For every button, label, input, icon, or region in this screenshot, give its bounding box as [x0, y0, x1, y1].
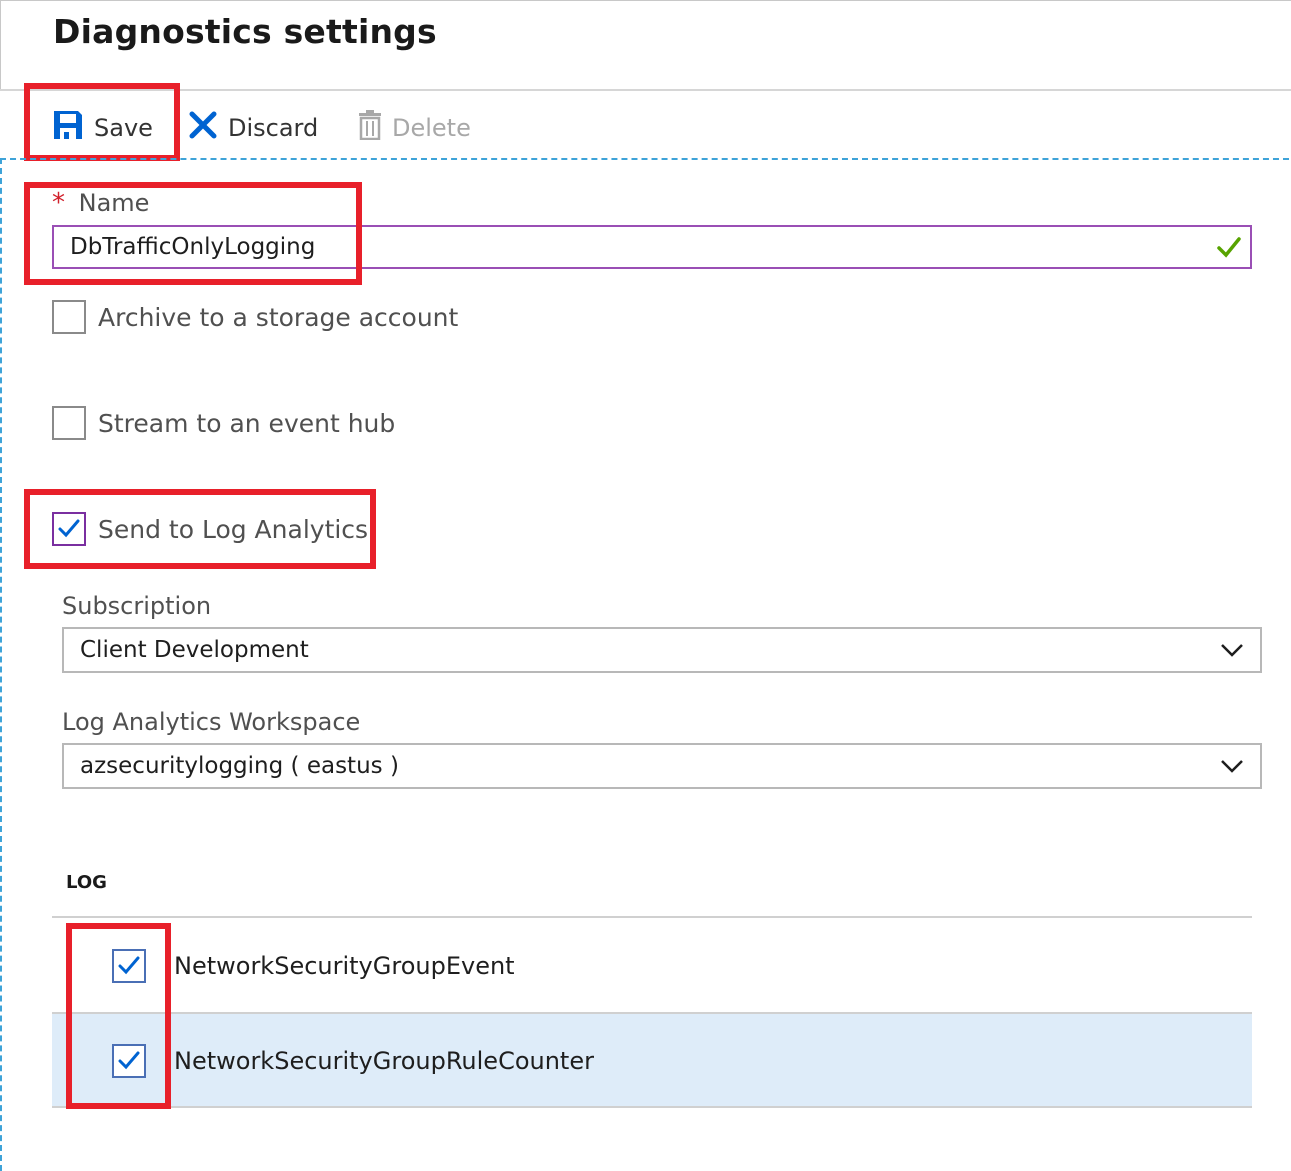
log-analytics-label: Send to Log Analytics [98, 514, 369, 544]
save-button[interactable]: Save [52, 108, 153, 148]
checkmark-icon [58, 519, 80, 538]
chevron-down-icon [1220, 753, 1244, 779]
checkmark-icon [118, 956, 140, 974]
chevron-down-icon [1220, 637, 1244, 663]
required-marker: * [52, 188, 65, 218]
log-analytics-checkbox-row[interactable]: Send to Log Analytics [52, 512, 368, 546]
checkmark-icon [118, 1051, 140, 1069]
stream-label: Stream to an event hub [98, 408, 396, 438]
name-input-value: DbTrafficOnlyLogging [70, 234, 316, 260]
row-divider [52, 1106, 1252, 1108]
archive-label: Archive to a storage account [98, 302, 459, 332]
discard-button[interactable]: Discard [188, 108, 318, 148]
workspace-label: Log Analytics Workspace [62, 708, 361, 736]
left-border [0, 0, 1, 90]
log-row-checkbox[interactable] [112, 948, 146, 983]
subscription-select[interactable]: Client Development [62, 627, 1262, 673]
delete-button[interactable]: Delete [358, 108, 471, 148]
log-name: NetworkSecurityGroupRuleCounter [174, 1046, 594, 1075]
log-name: NetworkSecurityGroupEvent [174, 951, 515, 980]
log-row-checkbox[interactable] [112, 1043, 146, 1078]
top-border [0, 0, 1291, 1]
close-icon [188, 110, 218, 146]
subscription-label: Subscription [62, 592, 212, 620]
stream-checkbox[interactable] [52, 406, 86, 440]
valid-check-icon [1216, 234, 1242, 266]
table-header-divider [52, 916, 1252, 918]
table-row[interactable]: NetworkSecurityGroupRuleCounter [52, 1014, 1252, 1107]
page-title: Diagnostics settings [53, 12, 437, 51]
log-analytics-checkbox[interactable] [52, 512, 86, 546]
save-label: Save [94, 114, 153, 142]
workspace-select[interactable]: azsecuritylogging ( eastus ) [62, 743, 1262, 789]
name-input[interactable]: DbTrafficOnlyLogging [52, 225, 1252, 269]
workspace-value: azsecuritylogging ( eastus ) [80, 753, 399, 779]
discard-label: Discard [228, 114, 319, 142]
subscription-value: Client Development [80, 637, 309, 663]
name-label: Name [78, 189, 150, 217]
archive-checkbox[interactable] [52, 300, 86, 334]
save-icon [52, 109, 84, 147]
delete-label: Delete [392, 114, 471, 142]
name-label-row: * Name [52, 188, 149, 218]
title-divider [0, 89, 1291, 91]
stream-checkbox-row[interactable]: Stream to an event hub [52, 406, 395, 440]
trash-icon [358, 110, 382, 146]
log-column-header: LOG [66, 872, 107, 893]
archive-checkbox-row[interactable]: Archive to a storage account [52, 300, 458, 334]
table-row[interactable]: NetworkSecurityGroupEvent [52, 919, 1252, 1012]
